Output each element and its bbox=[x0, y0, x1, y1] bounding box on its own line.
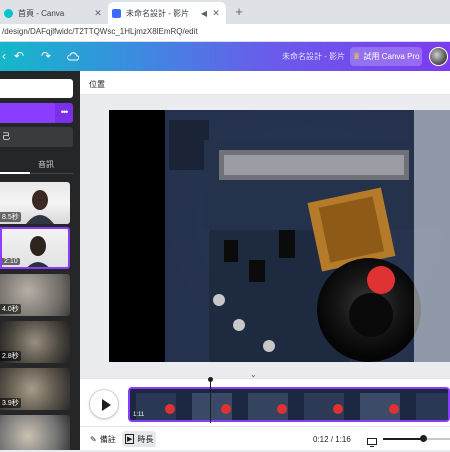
monitor-icon[interactable] bbox=[367, 434, 377, 452]
close-tab-icon[interactable]: ✕ bbox=[210, 8, 222, 19]
thumbnail-duration: 2.8秒 bbox=[0, 351, 21, 361]
play-box-icon: ▶ bbox=[125, 434, 135, 444]
active-tab-indicator bbox=[0, 172, 30, 174]
canvas-area bbox=[80, 95, 450, 375]
search-input[interactable] bbox=[0, 79, 73, 98]
crown-icon: ♛ bbox=[352, 51, 361, 61]
timeline-clip[interactable]: 1:11 bbox=[128, 387, 450, 422]
video-thumbnail[interactable]: 2.8秒 bbox=[0, 321, 70, 363]
duration-button[interactable]: ▶ 時長 bbox=[122, 431, 157, 447]
video-thumbnail[interactable]: 8.5秒 bbox=[0, 182, 70, 224]
time-readout: 0:12 / 1:16 bbox=[313, 435, 351, 444]
try-canva-pro-button[interactable]: ♛ 試用 Canva Pro bbox=[350, 47, 422, 66]
video-thumbnail[interactable] bbox=[0, 415, 70, 450]
document-title[interactable]: 未命名設計 - 影片 bbox=[282, 51, 345, 62]
notes-button[interactable]: ✎ 備註 bbox=[87, 431, 119, 447]
upload-media-button[interactable]: ••• bbox=[0, 103, 73, 123]
address-bar[interactable]: /design/DAFqjlfwidc/T2TTQWsc_1HLjmzX8lEm… bbox=[0, 24, 450, 42]
chevron-left-icon[interactable]: ‹ bbox=[2, 49, 6, 63]
try-pro-label: 試用 Canva Pro bbox=[363, 52, 420, 61]
more-options-icon[interactable]: ••• bbox=[55, 103, 73, 123]
browser-tab-bar: 首頁 - Canva ✕ 未命名設計 - 影片 ◀ ✕ + bbox=[0, 0, 450, 24]
canva-favicon-icon bbox=[4, 8, 13, 18]
avatar[interactable] bbox=[429, 47, 448, 66]
browser-tab-video[interactable]: 未命名設計 - 影片 ◀ ✕ bbox=[108, 2, 226, 24]
thumbnail-duration: 3.9秒 bbox=[0, 398, 21, 408]
position-button[interactable]: 位置 bbox=[89, 79, 105, 90]
notes-label: 備註 bbox=[99, 434, 116, 444]
undo-icon[interactable]: ↶ bbox=[14, 49, 24, 63]
tab-divider bbox=[30, 173, 73, 174]
video-thumbnail[interactable]: 2:10 bbox=[0, 227, 70, 269]
thumbnail-duration: 8.5秒 bbox=[0, 212, 21, 222]
duration-label: 時長 bbox=[137, 434, 154, 444]
play-icon bbox=[102, 399, 111, 411]
editor-header: ‹ ↶ ↷ 未命名設計 - 影片 ♛ 試用 Canva Pro bbox=[0, 42, 450, 71]
tab-title: 未命名設計 - 影片 bbox=[126, 8, 190, 18]
playhead[interactable] bbox=[210, 379, 211, 423]
thumbnail-duration: 4.0秒 bbox=[0, 304, 21, 314]
video-thumbnail[interactable]: 3.9秒 bbox=[0, 368, 70, 410]
cloud-save-icon[interactable] bbox=[67, 50, 80, 64]
video-thumbnail[interactable]: 4.0秒 bbox=[0, 274, 70, 316]
browser-tab-home[interactable]: 首頁 - Canva ✕ bbox=[0, 2, 108, 24]
close-tab-icon[interactable]: ✕ bbox=[92, 8, 104, 19]
url-text[interactable]: /design/DAFqjlfwidc/T2TTQWsc_1HLjmzX8lEm… bbox=[2, 27, 198, 36]
zoom-slider-handle[interactable] bbox=[420, 435, 427, 442]
side-panel: ••• 己 音訊 8.5秒 2:10 4.0秒 2.8秒 3.9秒 bbox=[0, 71, 80, 450]
redo-icon[interactable]: ↷ bbox=[41, 49, 51, 63]
tab-audio[interactable]: 音訊 bbox=[38, 159, 54, 170]
editor-footer: ✎ 備註 ▶ 時長 0:12 / 1:16 bbox=[80, 426, 450, 450]
thumbnail-duration: 2:10 bbox=[2, 258, 20, 265]
record-button[interactable]: 己 bbox=[0, 127, 73, 147]
play-button[interactable] bbox=[89, 389, 119, 419]
timeline: 1:11 bbox=[80, 377, 450, 426]
clip-duration: 1:11 bbox=[133, 412, 145, 418]
mute-icon[interactable]: ◀ bbox=[198, 9, 210, 18]
zoom-slider-fill bbox=[383, 438, 425, 440]
editor-toolbar: 位置 bbox=[80, 71, 450, 95]
new-tab-button[interactable]: + bbox=[231, 4, 247, 20]
playhead-handle[interactable] bbox=[208, 377, 213, 382]
tab-title: 首頁 - Canva bbox=[18, 8, 65, 18]
video-favicon-icon bbox=[112, 8, 121, 18]
notes-icon: ✎ bbox=[90, 434, 97, 444]
video-frame[interactable] bbox=[109, 110, 450, 362]
